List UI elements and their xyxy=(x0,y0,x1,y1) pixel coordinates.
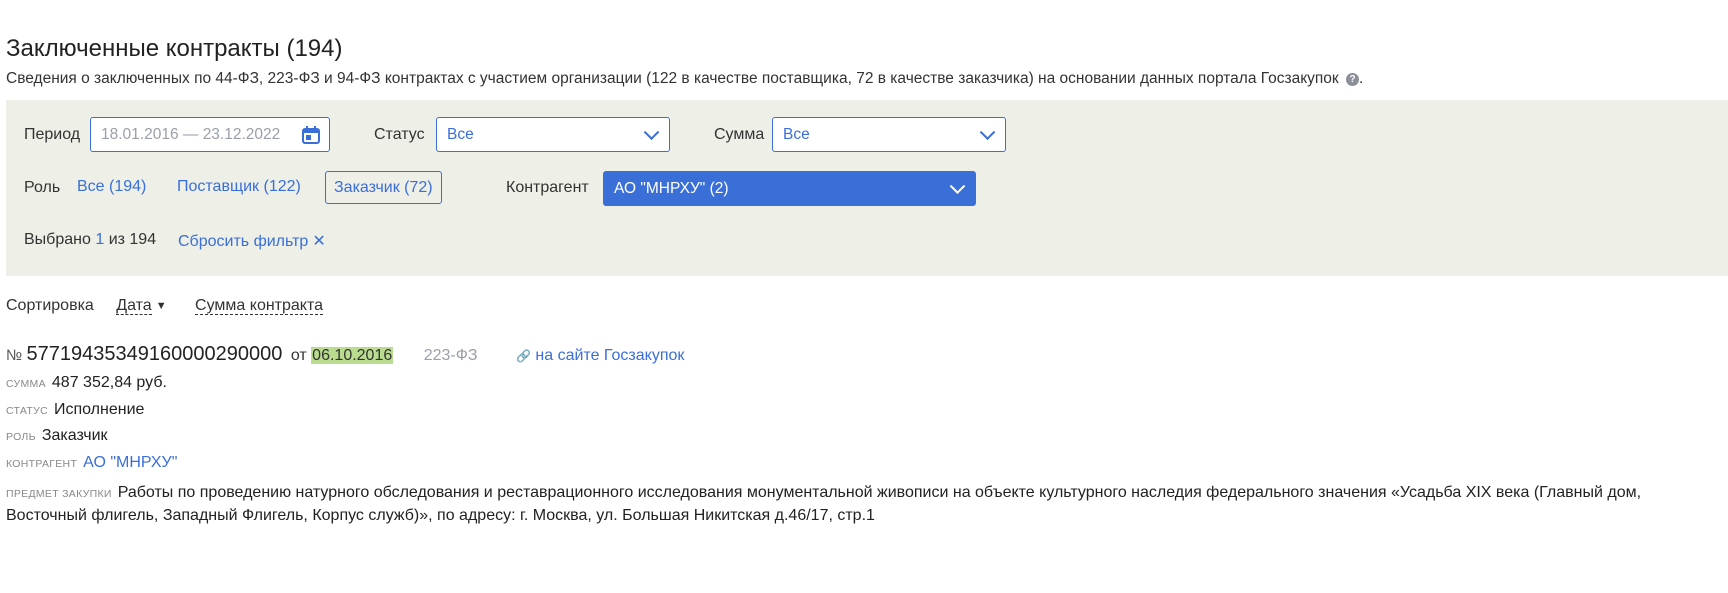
period-value: 18.01.2016 — 23.12.2022 xyxy=(101,126,281,143)
status-select[interactable]: Все xyxy=(436,117,670,152)
link-icon: 🔗 xyxy=(516,349,531,363)
external-link-label: на сайте Госзакупок xyxy=(535,347,685,364)
number-sign: № xyxy=(6,347,23,364)
close-icon[interactable]: ✕ xyxy=(312,233,325,250)
role-supplier-link[interactable]: Поставщик (122) xyxy=(177,178,301,196)
counterparty-field-link[interactable]: АО "МНРХУ" xyxy=(83,454,177,471)
sum-label: Сумма xyxy=(714,126,765,143)
counterparty-label: Контрагент xyxy=(506,179,589,196)
reset-filter-button[interactable]: Сбросить фильтр ✕ xyxy=(178,231,326,251)
sort-bar: Сортировка Дата ▼ Сумма контракта xyxy=(6,297,324,315)
contract-sum-row: сумма 487 352,84 руб. xyxy=(6,374,167,392)
subject-field-value: Работы по проведению натурного обследова… xyxy=(6,484,1642,524)
subject-field-label: предмет закупки xyxy=(6,488,112,500)
selected-suffix: из 194 xyxy=(108,231,157,248)
external-link[interactable]: 🔗 на сайте Госзакупок xyxy=(516,347,684,364)
period-date-range-input[interactable]: 18.01.2016 — 23.12.2022 xyxy=(90,117,330,152)
subtitle-end: . xyxy=(1359,70,1364,87)
role-label: Роль xyxy=(24,179,61,196)
counterparty-value: АО "МНРХУ" (2) xyxy=(614,180,729,197)
selected-info: Выбрано 1 из 194 xyxy=(24,231,156,249)
sort-date-label: Дата xyxy=(116,297,152,314)
contract-subject-row: предмет закупки Работы по проведению нату… xyxy=(6,482,1726,526)
selected-count: 1 xyxy=(95,231,105,248)
chevron-down-icon xyxy=(949,177,966,194)
sort-by-sum[interactable]: Сумма контракта xyxy=(195,297,324,315)
period-label: Период xyxy=(24,126,81,143)
status-value: Все xyxy=(447,126,474,143)
subtitle-text: Сведения о заключенных по 44-ФЗ, 223-ФЗ … xyxy=(6,70,1339,87)
sort-label: Сортировка xyxy=(6,297,94,314)
status-label: Статус xyxy=(374,126,425,143)
chevron-down-icon xyxy=(979,123,996,140)
contract-law: 223-ФЗ xyxy=(423,347,478,364)
role-field-value: Заказчик xyxy=(41,427,108,444)
status-field-value: Исполнение xyxy=(53,401,145,418)
counterparty-field-label: контрагент xyxy=(6,458,78,470)
page: Заключенные контракты (194) Сведения о з… xyxy=(0,0,1728,593)
page-subtitle: Сведения о заключенных по 44-ФЗ, 223-ФЗ … xyxy=(6,70,1363,88)
contract-date: 06.10.2016 xyxy=(311,347,394,364)
contract-number[interactable]: 57719435349160000290000 xyxy=(27,343,283,365)
chevron-down-icon xyxy=(643,123,660,140)
role-field-label: роль xyxy=(6,431,36,443)
sum-value: Все xyxy=(783,126,810,143)
sort-desc-icon[interactable]: ▼ xyxy=(156,300,167,312)
contract-role-row: роль Заказчик xyxy=(6,427,108,445)
calendar-icon[interactable] xyxy=(301,125,321,145)
selected-prefix: Выбрано xyxy=(24,231,91,248)
contract-card: № 57719435349160000290000 от 06.10.2016 … xyxy=(6,343,1726,524)
role-customer-button[interactable]: Заказчик (72) xyxy=(325,171,442,204)
contract-counterparty-row: контрагент АО "МНРХУ" xyxy=(6,454,177,472)
date-prefix: от xyxy=(290,347,307,364)
sum-select[interactable]: Все xyxy=(772,117,1006,152)
sum-field-value: 487 352,84 руб. xyxy=(51,374,167,391)
status-field-label: статус xyxy=(6,405,48,417)
contract-status-row: статус Исполнение xyxy=(6,401,144,419)
sort-by-date[interactable]: Дата xyxy=(116,297,152,315)
contract-header: № 57719435349160000290000 от 06.10.2016 … xyxy=(6,343,1726,369)
help-icon[interactable]: ? xyxy=(1346,73,1360,86)
sum-field-label: сумма xyxy=(6,378,46,390)
filter-panel: Период 18.01.2016 — 23.12.2022 Статус Вс… xyxy=(6,100,1728,276)
role-all-link[interactable]: Все (194) xyxy=(77,178,146,196)
reset-filter-label: Сбросить фильтр xyxy=(178,233,309,250)
counterparty-select[interactable]: АО "МНРХУ" (2) xyxy=(603,171,976,206)
page-title: Заключенные контракты (194) xyxy=(6,35,343,62)
